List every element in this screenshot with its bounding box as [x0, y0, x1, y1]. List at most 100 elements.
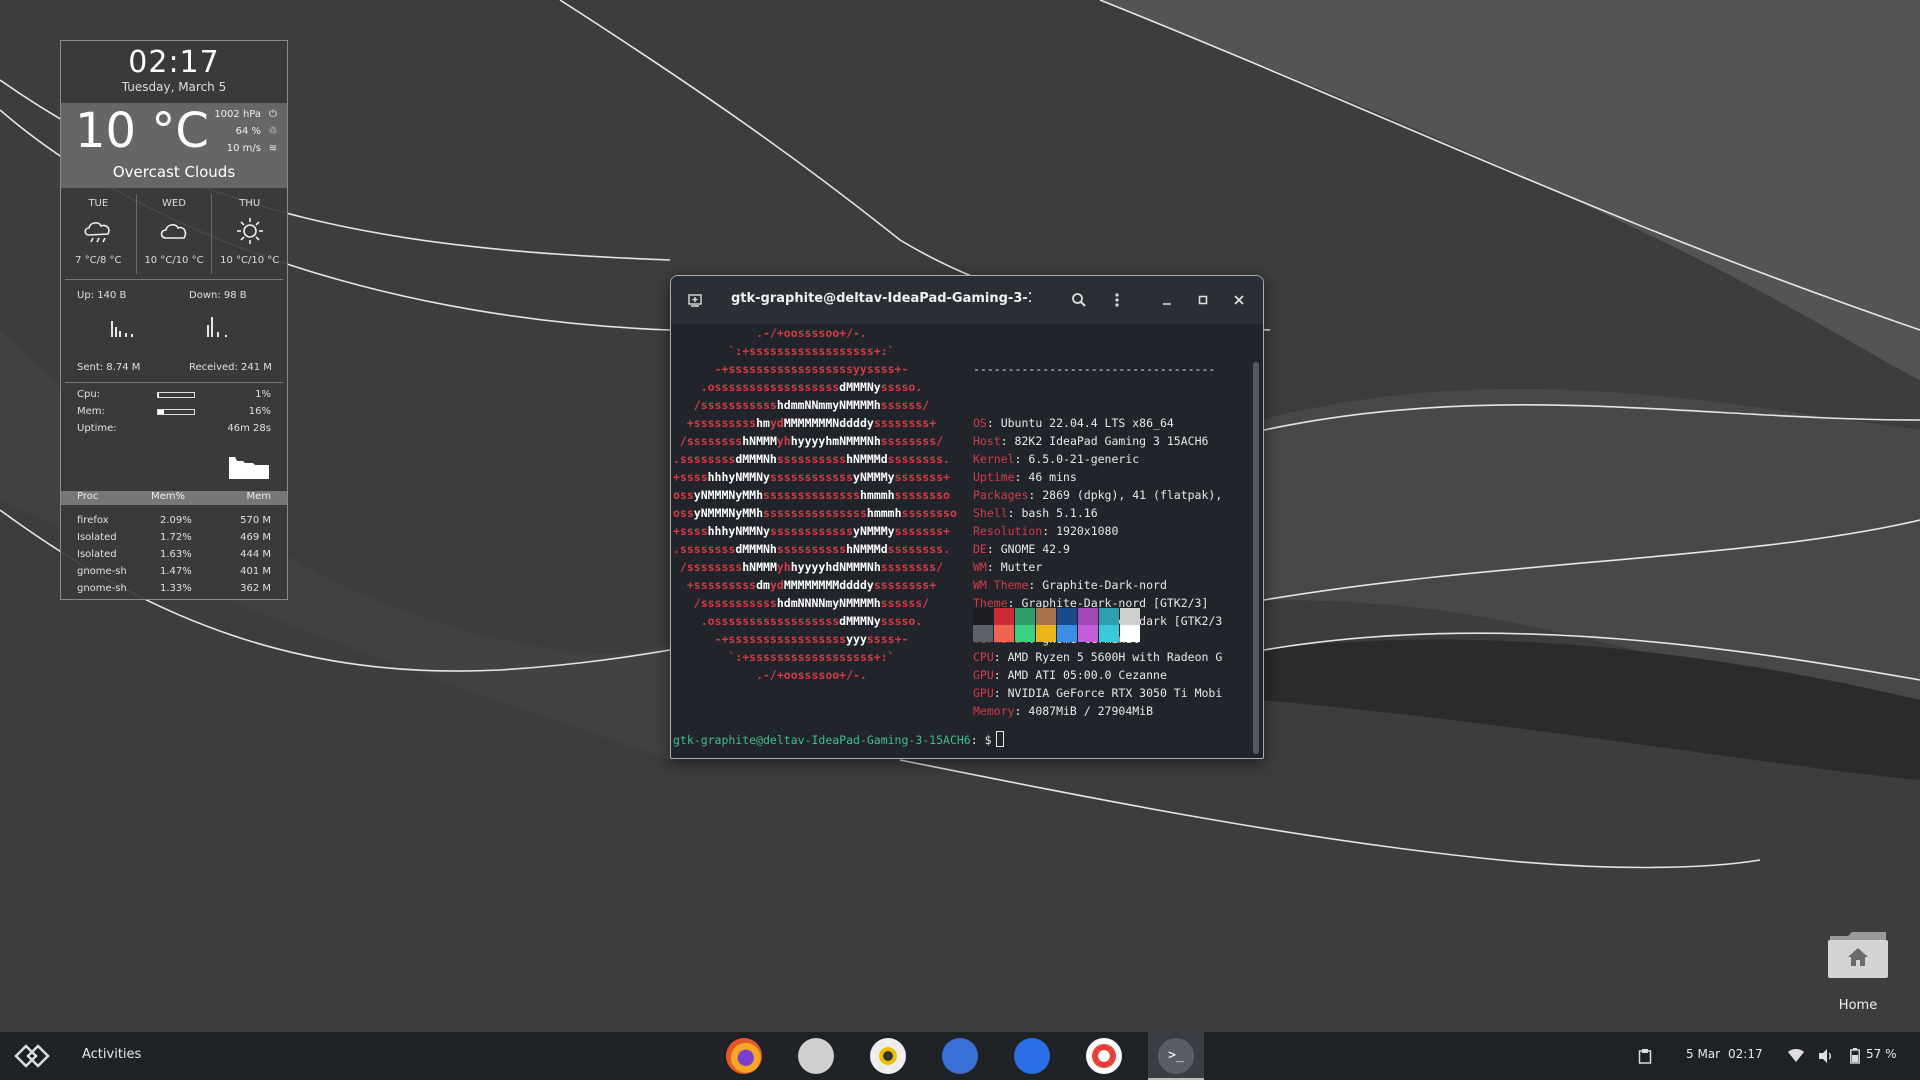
battery-percent[interactable]: 57 %	[1866, 1047, 1897, 1061]
pressure-gauge-icon: ⏻	[269, 109, 277, 120]
info-key: Resolution	[973, 524, 1043, 538]
panel-clock[interactable]: 02:17	[1728, 1047, 1763, 1061]
palette-swatch	[1078, 625, 1098, 642]
info-key: WM	[973, 560, 987, 574]
battery-icon[interactable]	[1850, 1048, 1860, 1064]
wind-icon: ≋	[268, 143, 278, 154]
terminal-scrollbar[interactable]	[1253, 362, 1259, 754]
forecast-temps: 10 °C/10 °C	[144, 255, 204, 266]
distro-logo-icon[interactable]	[12, 1040, 52, 1072]
cloud-icon	[160, 224, 187, 239]
weather-condition: Overcast Clouds	[112, 163, 236, 181]
palette-swatch	[1057, 625, 1077, 642]
proc-header-mem: Mem	[246, 491, 271, 502]
info-key: Shell	[973, 506, 1008, 520]
proc-name: gnome-sh	[77, 566, 127, 577]
info-key: Packages	[973, 488, 1029, 502]
close-icon[interactable]	[1227, 288, 1251, 312]
mem-bar	[157, 409, 195, 415]
palette-swatch	[1120, 608, 1140, 625]
net-sent: Sent: 8.74 M	[77, 362, 141, 373]
info-line: WM Theme: Graphite-Dark-nord	[973, 576, 1222, 594]
files-icon[interactable]	[798, 1038, 834, 1074]
uptime-label: Uptime:	[77, 423, 117, 434]
shell-prompt[interactable]: gtk-graphite@deltav-IdeaPad-Gaming-3-15A…	[673, 731, 1004, 749]
conky-clock: 02:17	[128, 45, 220, 80]
info-value: : bash 5.1.16	[1007, 506, 1098, 520]
terminal-output[interactable]: .-/+oossssoo+/-. `:+ssssssssssssssssss+:…	[671, 324, 1247, 758]
humidity-icon: ♲	[268, 126, 278, 137]
search-icon[interactable]	[1067, 288, 1091, 312]
forecast-temps: 7 °C/8 °C	[75, 255, 122, 266]
terminal-title: gtk-graphite@deltav-IdeaPad-Gaming-3-15A…	[731, 291, 1031, 306]
cpu-history-graph	[229, 457, 269, 479]
info-key: CPU	[973, 650, 994, 664]
conky-date: Tuesday, March 5	[121, 80, 227, 94]
info-value: : 82K2 IdeaPad Gaming 3 15ACH6	[1000, 434, 1209, 448]
proc-mem: 444 M	[240, 549, 271, 560]
rain-cloud-icon	[84, 222, 111, 243]
net-download: Down: 98 B	[189, 290, 247, 301]
proc-name: firefox	[77, 515, 109, 526]
info-value: : 1920x1080	[1042, 524, 1119, 538]
forecast-day-name: TUE	[88, 198, 109, 209]
forecast-day-name: WED	[162, 198, 186, 209]
menu-kebab-icon[interactable]	[1105, 288, 1129, 312]
proc-pct: 1.47%	[160, 566, 192, 577]
info-value: : NVIDIA GeForce RTX 3050 Ti Mobi	[993, 686, 1223, 700]
terminal-icon[interactable]: >_	[1158, 1038, 1194, 1074]
info-key: DE	[973, 542, 987, 556]
palette-swatch	[1015, 625, 1035, 642]
terminal-window[interactable]: gtk-graphite@deltav-IdeaPad-Gaming-3-15A…	[670, 275, 1264, 759]
prompt-user: gtk-graphite@deltav-IdeaPad-Gaming-3-15A…	[673, 733, 971, 747]
home-folder-label: Home	[1838, 998, 1878, 1013]
proc-pct: 1.33%	[160, 583, 192, 594]
volume-icon[interactable]	[1818, 1048, 1834, 1064]
panel-date[interactable]: 5 Mar	[1686, 1047, 1720, 1061]
wind-row: 10 m/s ≋	[227, 143, 279, 154]
pressure-row: 1002 hPa ⏻	[214, 109, 279, 120]
proc-mem: 401 M	[240, 566, 271, 577]
terminal-headerbar[interactable]: gtk-graphite@deltav-IdeaPad-Gaming-3-15A…	[671, 276, 1263, 324]
forecast-row: TUE 7 °C/8 °C WED 10 °C/10 °C THU 10 °C/…	[61, 194, 287, 274]
software-icon[interactable]	[1014, 1038, 1050, 1074]
proc-pct: 1.72%	[160, 532, 192, 543]
minimize-icon[interactable]	[1155, 288, 1179, 312]
wind-value: 10 m/s	[226, 143, 261, 154]
rhythmbox-icon[interactable]	[870, 1038, 906, 1074]
clipboard-icon[interactable]	[1638, 1048, 1652, 1064]
info-value: : 4087MiB / 27904MiB	[1014, 704, 1154, 718]
cpu-value: 1%	[255, 389, 271, 400]
proc-mem: 469 M	[240, 532, 271, 543]
wifi-icon[interactable]	[1788, 1049, 1804, 1063]
text-editor-icon[interactable]	[942, 1038, 978, 1074]
info-key: Kernel	[973, 452, 1015, 466]
info-key: GPU	[973, 686, 994, 700]
proc-mem: 570 M	[240, 515, 271, 526]
info-value: : Graphite-Dark-nord	[1028, 578, 1167, 592]
proc-name: Isolated	[77, 532, 117, 543]
forecast-day: THU 10 °C/10 °C	[212, 194, 287, 274]
uptime-value: 46m 28s	[227, 423, 271, 434]
maximize-icon[interactable]	[1191, 288, 1215, 312]
forecast-day: TUE 7 °C/8 °C	[61, 194, 137, 274]
new-tab-icon[interactable]	[683, 288, 707, 312]
palette-swatch	[994, 608, 1014, 625]
info-key: Memory	[973, 704, 1015, 718]
palette-swatch	[973, 625, 993, 642]
palette-swatch	[973, 608, 993, 625]
pressure-value: 1002 hPa	[214, 109, 261, 120]
info-key: GPU	[973, 668, 994, 682]
palette-swatch	[1057, 608, 1077, 625]
network-graph	[111, 317, 227, 337]
net-received: Received: 241 M	[189, 362, 272, 373]
info-value: : AMD ATI 05:00.0 Cezanne	[993, 668, 1167, 682]
help-icon[interactable]	[1086, 1038, 1122, 1074]
firefox-icon[interactable]	[726, 1038, 762, 1074]
info-value: : 2869 (dpkg), 41 (flatpak),	[1028, 488, 1223, 502]
neofetch-info: ----------------------------------- OS: …	[973, 324, 1222, 720]
mem-label: Mem:	[77, 406, 105, 417]
home-folder-desktop-icon[interactable]: Home	[1820, 930, 1896, 1013]
palette-swatch	[1036, 608, 1056, 625]
activities-button[interactable]: Activities	[82, 1047, 141, 1062]
